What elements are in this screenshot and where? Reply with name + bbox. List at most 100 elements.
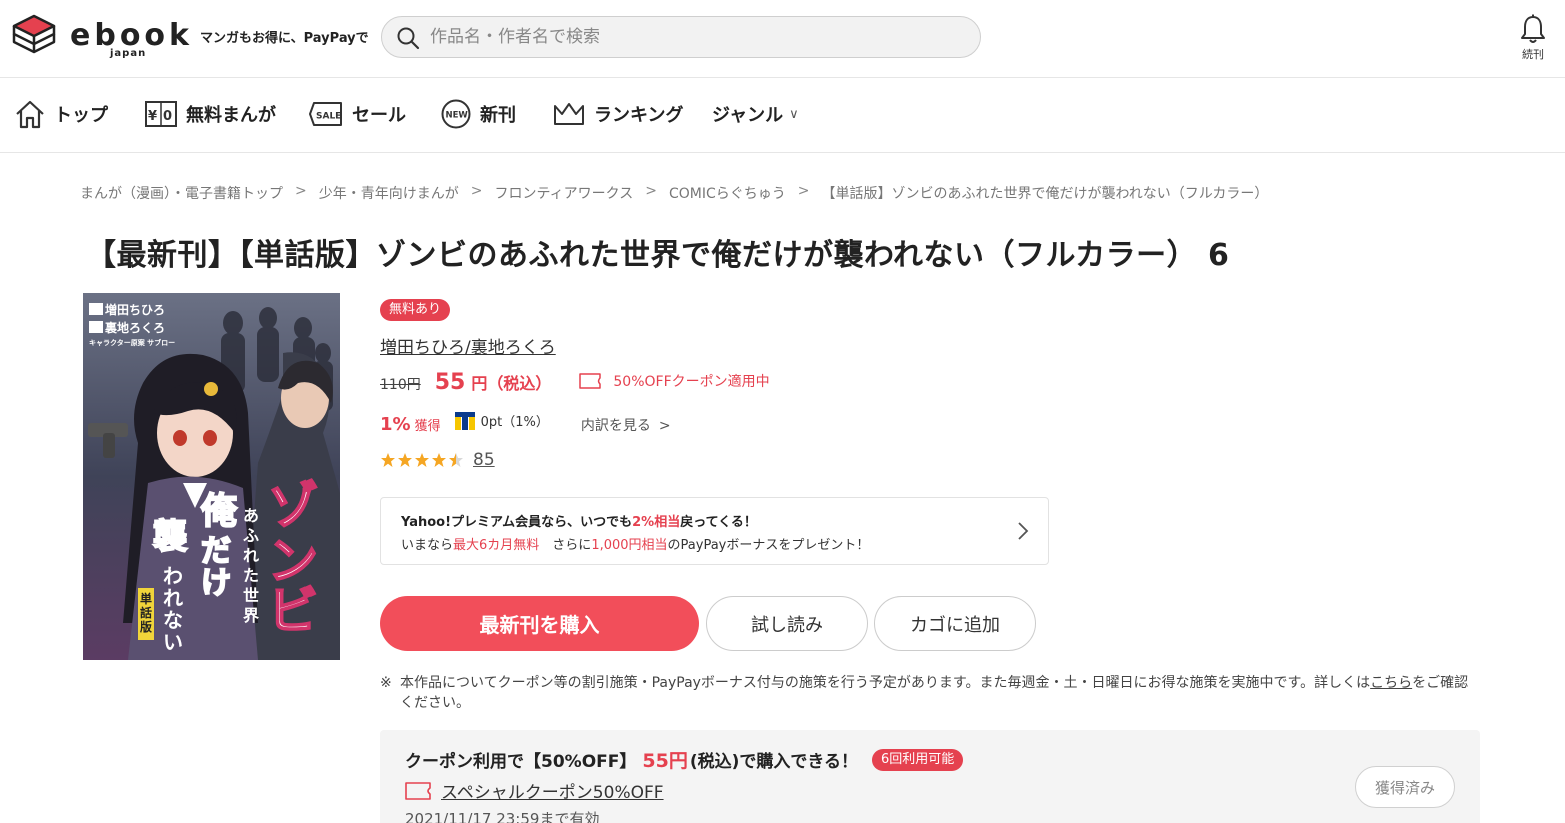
book-cover-image[interactable]: 増田ちひろ 裏地ろくろ キャラクター原案 サブロー ゾ ン ビ あ ふ れ た …	[83, 293, 340, 660]
search-input[interactable]	[430, 17, 970, 57]
svg-text:俺: 俺	[200, 491, 238, 532]
crown-icon	[554, 103, 584, 125]
points-percent: 1%	[380, 413, 411, 435]
breadcrumb-item[interactable]: フロンティアワークス	[494, 183, 633, 203]
bell-label: 続刊	[1522, 48, 1544, 61]
yahoo-premium-banner[interactable]: Yahoo!プレミアム会員なら、いつでも2%相当戻ってくる！ いまなら最大6カ月…	[380, 497, 1049, 565]
points-row: 1% 獲得 0pt（1%） 内訳を見る >	[380, 411, 671, 437]
yahoo-text: のPayPayボーナスをプレゼント！	[667, 538, 870, 553]
star-icon	[415, 453, 429, 467]
logo-subtext: japan	[110, 48, 147, 59]
svg-text:た: た	[243, 566, 259, 585]
tpoint-icon	[454, 411, 475, 430]
breadcrumb-separator: >	[645, 183, 657, 199]
nav-item-ranking[interactable]: ランキング	[552, 96, 683, 132]
svg-text:れ: れ	[243, 546, 259, 565]
yahoo-text: 戻ってくる！	[680, 515, 757, 530]
breadcrumb-current: 【単話版】ゾンビのあふれた世界で俺だけが襲われない（フルカラー）	[821, 186, 1269, 202]
breadcrumb-separator: >	[797, 183, 810, 199]
breadcrumb-item[interactable]: 少年・青年向けまんが	[319, 183, 459, 203]
yahoo-text: いまなら	[401, 538, 454, 553]
nav-item-new-release[interactable]: NEW 新刊	[440, 96, 516, 132]
nav-item-free-manga[interactable]: ¥ 0 無料まんが	[144, 96, 276, 132]
discount-price: 55	[434, 370, 466, 395]
yahoo-highlight: 最大6カ月無料	[453, 538, 540, 553]
search-bar[interactable]	[381, 16, 981, 58]
yahoo-highlight: 2%相当	[632, 515, 681, 530]
coupon-panel: クーポン利用で【50%OFF】 55円 (税込)で購入できる！ 6回利用可能 ス…	[380, 730, 1480, 823]
star-icon	[398, 453, 412, 467]
ebook-japan-logo[interactable]: ebook japan	[12, 14, 189, 62]
points-breakdown-link[interactable]: 内訳を見る >	[581, 415, 671, 435]
breadcrumb-item[interactable]: COMICらぐちゅう	[669, 183, 786, 203]
buy-latest-button[interactable]: 最新刊を購入	[380, 596, 699, 651]
star-rating	[380, 452, 465, 468]
coupon-name: スペシャルクーポン50%OFF	[441, 783, 664, 803]
breadcrumb-item[interactable]: まんが（漫画）・電子書籍トップ	[80, 183, 283, 203]
nav-label: セール	[352, 105, 406, 126]
book-stack-logo-icon	[12, 14, 56, 54]
nav-item-genre[interactable]: ジャンル ∨	[712, 96, 799, 132]
yahoo-banner-line1: Yahoo!プレミアム会員なら、いつでも2%相当戻ってくる！	[401, 511, 757, 530]
breadcrumb-separator: >	[470, 183, 483, 199]
header-tagline: マンガもお得に、PayPayで	[200, 31, 369, 46]
tpoint: 0pt（1%）	[454, 411, 549, 430]
breadcrumb: まんが（漫画）・電子書籍トップ > 少年・青年向けまんが > フロンティアワーク…	[80, 183, 1268, 203]
svg-text:わ: わ	[163, 564, 183, 588]
review-count-link[interactable]: 85	[473, 450, 495, 470]
svg-text:キャラクター原案 サブロー: キャラクター原案 サブロー	[89, 338, 175, 347]
nav-label: ジャンル	[712, 105, 784, 126]
tpoint-value: 0pt（1%）	[480, 415, 549, 430]
chevron-right-icon: >	[658, 417, 671, 434]
svg-text:SALE: SALE	[316, 112, 341, 122]
site-header: ebook japan マンガもお得に、PayPayで 続刊	[0, 0, 1565, 78]
coupon-headline: クーポン利用で【50%OFF】 55円 (税込)で購入できる！ 6回利用可能	[405, 746, 964, 773]
price-row: 110円 55 円（税込） 50%OFFクーポン適用中	[380, 370, 770, 398]
manga-cover-illustration: 増田ちひろ 裏地ろくろ キャラクター原案 サブロー ゾ ン ビ あ ふ れ た …	[83, 293, 340, 660]
svg-text:NEW: NEW	[446, 111, 469, 121]
coupon-name-link[interactable]: スペシャルクーポン50%OFF	[405, 778, 664, 803]
search-icon[interactable]	[396, 26, 420, 50]
yahoo-banner-line2: いまなら最大6カ月無料 さらに1,000円相当のPayPayボーナスをプレゼント…	[401, 534, 869, 553]
svg-text:界: 界	[243, 606, 259, 625]
notice-details-link[interactable]: こちら	[1370, 675, 1412, 691]
trial-read-button[interactable]: 試し読み	[706, 596, 868, 651]
nav-label: ランキング	[594, 105, 684, 126]
original-price: 110円	[380, 377, 421, 393]
svg-text:話: 話	[140, 605, 152, 620]
nav-label: 新刊	[480, 105, 516, 126]
yahoo-highlight: 1,000円相当	[591, 538, 668, 553]
coupon-head-text: (税込)で購入できる！	[689, 752, 859, 772]
coupon-acquired-button[interactable]: 獲得済み	[1355, 766, 1455, 808]
price-unit: 円（税込）	[471, 374, 552, 393]
svg-text:ふ: ふ	[243, 526, 259, 545]
page-title: 【最新刊】【単話版】ゾンビのあふれた世界で俺だけが襲われない（フルカラー） 6	[86, 238, 1230, 273]
add-to-cart-button[interactable]: カゴに追加	[874, 596, 1036, 651]
rating-row: 85	[380, 450, 495, 470]
nav-item-sale[interactable]: SALE セール	[308, 96, 406, 132]
coupon-expiry: 2021/11/17 23:59まで有効	[405, 810, 600, 823]
free-available-badge: 無料あり	[380, 299, 451, 321]
home-icon	[16, 100, 44, 129]
half-star-icon	[449, 453, 463, 467]
campaign-notice: ※ 本作品についてクーポン等の割引施策・PayPayボーナス付与の施策を行う予定…	[380, 673, 1480, 713]
star-icon	[381, 453, 395, 467]
svg-text:い: い	[163, 630, 183, 654]
coupon-applied-label: 50%OFFクーポン適用中	[579, 371, 770, 391]
coupon-head-text: クーポン利用で【50%OFF】	[405, 752, 637, 772]
notice-text: 本作品についてクーポン等の割引施策・PayPayボーナス付与の施策を行う予定があ…	[400, 675, 1371, 691]
author-link[interactable]: 増田ちひろ/裏地ろくろ	[380, 333, 556, 358]
free-yen-icon: ¥ 0	[145, 101, 177, 127]
svg-text:ゾ: ゾ	[268, 477, 318, 535]
bell-icon	[1521, 14, 1545, 43]
continuation-notify-button[interactable]: 続刊	[1513, 14, 1553, 66]
nav-item-top[interactable]: トップ	[14, 96, 108, 132]
svg-text:裏地ろくろ: 裏地ろくろ	[104, 320, 165, 335]
yahoo-text: さらに	[539, 538, 592, 553]
svg-text:世: 世	[243, 586, 259, 605]
chevron-down-icon: ∨	[789, 106, 799, 122]
coupon-head-price: 55円	[642, 750, 688, 772]
notice-mark: ※	[380, 675, 392, 691]
breadcrumb-separator: >	[295, 183, 307, 199]
nav-label: 無料まんが	[186, 105, 276, 126]
